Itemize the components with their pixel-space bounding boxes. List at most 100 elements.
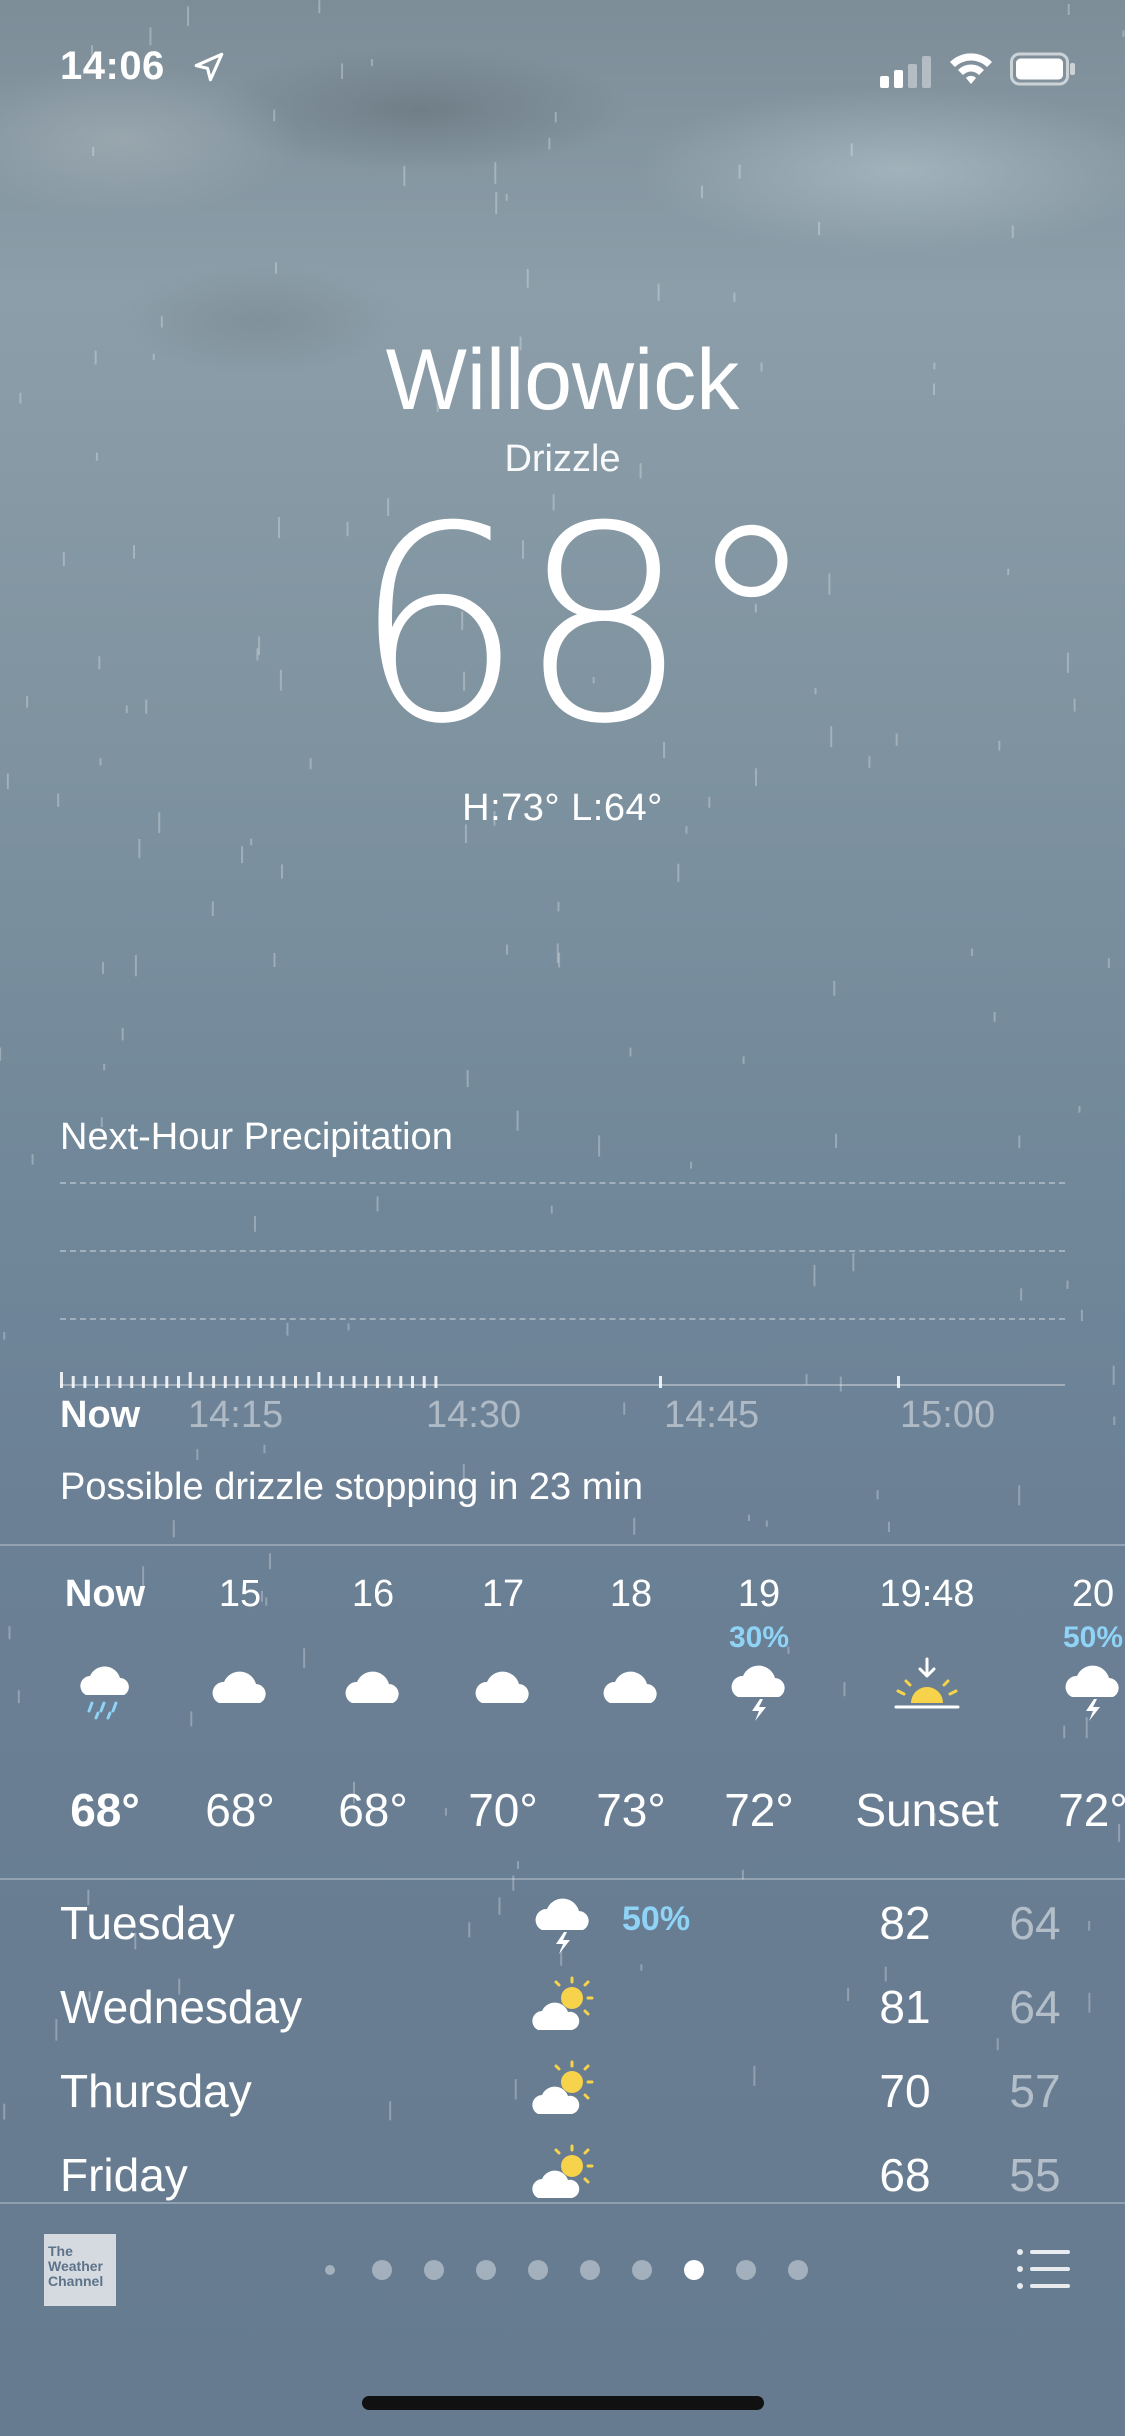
precipitation-summary: Possible drizzle stopping in 23 min [60,1466,643,1508]
precip-tick [364,1376,368,1388]
hour-item: 19 30% 72° [684,1545,834,1875]
precip-tick [270,1376,274,1388]
page-dot[interactable] [788,2260,808,2280]
daily-forecast[interactable]: Tuesday 50% 82 64 Wednesday 81 64 Thursd… [0,1882,1125,2202]
day-high: 70 [879,2065,931,2117]
precip-tick [258,1376,262,1388]
home-indicator[interactable] [362,2396,764,2410]
precip-tick [118,1376,122,1388]
hour-temperature: Sunset [855,1784,999,1836]
page-dot[interactable] [528,2260,548,2280]
current-temperature: 68° [352,468,819,783]
daily-row: Wednesday 81 64 [0,1966,1125,2050]
precip-label-1415: 14:15 [188,1394,284,1436]
high-low-temperature: H:73° L:64° [462,787,663,829]
page-dot[interactable] [424,2260,444,2280]
page-dot[interactable] [372,2260,392,2280]
hour-item: 19:48 Sunset [837,1545,1017,1875]
precip-tick [212,1376,216,1388]
page-dot[interactable] [632,2260,652,2280]
daily-row: Thursday 70 57 [0,2050,1125,2134]
chart-gridline [60,1250,1065,1252]
precip-tick [317,1372,321,1388]
logo-line: Weather [48,2258,103,2274]
precip-label-1445: 14:45 [664,1394,760,1436]
precipitation-ticks [60,1372,900,1388]
precip-tick [375,1376,379,1388]
precip-tick [200,1376,204,1388]
precip-tick [399,1376,403,1388]
rain-cloud-icon [80,1666,129,1720]
precip-tick [897,1376,900,1388]
partly-sunny-icon [532,2144,594,2198]
section-divider [0,2202,1125,2204]
precip-tick [247,1376,251,1388]
hour-item: Now 68° [30,1545,180,1875]
hour-item: 15 68° [165,1545,315,1875]
cellular-signal-icon [880,56,931,88]
hour-label: 19 [737,1573,781,1615]
page-dot[interactable] [736,2260,756,2280]
logo-line: The [48,2243,73,2259]
hour-label: 19:48 [879,1573,975,1615]
page-dot[interactable] [476,2260,496,2280]
hour-label: 20 [1071,1573,1115,1615]
precip-tick [329,1376,333,1388]
day-low: 55 [1009,2149,1061,2201]
hour-precip-chance: 50% [1062,1621,1124,1654]
precip-tick [411,1376,414,1388]
hourly-forecast[interactable]: Now 68° 15 68° 16 68° 17 70° 18 73° 19 3… [0,1545,1125,1875]
precip-label-now: Now [60,1394,141,1436]
hour-item: 20 50% 72° [1018,1545,1125,1875]
precip-tick [130,1376,134,1388]
day-high: 82 [879,1897,931,1949]
hour-temperature: 68° [205,1784,275,1836]
day-name: Wednesday [60,1981,303,2033]
day-high: 68 [879,2149,931,2201]
hour-temperature: 68° [338,1784,408,1836]
city-name: Willowick [385,332,740,428]
thunderstorm-icon [731,1665,785,1721]
precip-tick [60,1372,63,1388]
cloud-icon [345,1671,399,1703]
precip-tick [177,1376,180,1388]
hour-precip-chance: 30% [728,1621,790,1654]
page-dot[interactable] [580,2260,600,2280]
day-low: 64 [1009,1897,1061,1949]
day-name: Thursday [60,2065,252,2117]
thunderstorm-icon [535,1898,589,1954]
cloud-icon [475,1671,529,1703]
precip-label-1500: 15:00 [900,1394,996,1436]
status-bar: 14:06 [0,0,1125,140]
hour-label: Now [64,1573,146,1615]
thunderstorm-icon [1065,1665,1119,1721]
section-divider [0,1878,1125,1880]
day-low: 57 [1009,2065,1061,2117]
precip-tick [434,1376,438,1388]
page-indicator[interactable] [320,2252,820,2288]
precip-tick [422,1376,426,1388]
location-arrow-icon [194,52,224,82]
precip-tick [659,1376,662,1388]
precip-tick [188,1372,192,1388]
precip-tick [340,1376,344,1388]
current-weather-header: Willowick Drizzle 68° H:73° L:64° [0,330,1125,830]
chart-gridline [60,1318,1065,1320]
status-time: 14:06 [60,44,165,88]
daily-row: Friday 68 55 [0,2134,1125,2202]
partly-sunny-icon [532,1976,594,2030]
precip-tick [235,1376,239,1388]
weather-channel-logo[interactable]: The Weather Channel [44,2234,116,2306]
precip-tick [83,1376,87,1388]
precip-tick [294,1376,297,1388]
logo-line: Channel [48,2273,104,2289]
list-icon[interactable] [1016,2248,1072,2290]
precip-tick [223,1376,227,1388]
day-precip-chance: 50% [622,1900,691,1938]
precip-tick [141,1376,145,1388]
hour-temperature: 68° [70,1784,140,1836]
page-dot-active[interactable] [684,2260,704,2280]
day-name: Tuesday [60,1897,235,1949]
precip-label-1430: 14:30 [426,1394,522,1436]
page-dot[interactable] [325,2265,335,2275]
